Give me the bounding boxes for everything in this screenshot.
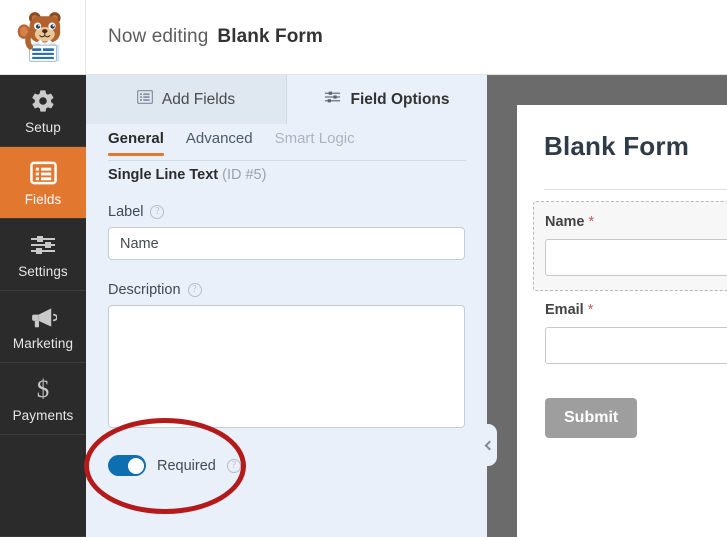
question-mark-icon[interactable]: ?	[226, 458, 241, 473]
now-editing-label: Now editing	[108, 26, 209, 47]
list-form-icon	[29, 158, 57, 188]
fields-grid-icon	[136, 89, 153, 109]
sidebar-filler	[0, 435, 86, 537]
field-type-name: Single Line Text	[108, 167, 219, 183]
field-id: (ID #5)	[222, 167, 267, 183]
preview-field-input[interactable]	[545, 239, 727, 276]
field-options-body: Single Line Text (ID #5) Label ? Descrip…	[108, 167, 468, 476]
required-asterisk: *	[587, 302, 594, 318]
preview-field-email[interactable]: Email *	[533, 302, 727, 364]
panel-collapse-handle[interactable]	[479, 424, 497, 466]
sliders-icon	[324, 90, 341, 109]
sidebar-item-fields[interactable]: Fields	[0, 147, 86, 219]
top-header-bar: Now editing Blank Form	[0, 0, 727, 75]
preview-field-label: Name	[545, 214, 585, 230]
sidebar-item-marketing[interactable]: Marketing	[0, 291, 86, 363]
sliders-icon	[29, 230, 57, 260]
required-label: Required	[157, 457, 216, 474]
sidebar-item-label: Fields	[24, 192, 62, 207]
megaphone-icon	[30, 302, 57, 332]
chevron-left-icon	[484, 440, 495, 450]
subtab-general[interactable]: General	[108, 130, 164, 156]
field-options-panel: Add Fields Field Options General Advance…	[86, 75, 487, 537]
tab-label: Add Fields	[161, 90, 236, 108]
form-preview-backdrop: Blank Form Name * Email * Submit	[487, 75, 727, 537]
preview-field-name[interactable]: Name *	[533, 201, 727, 291]
question-mark-icon[interactable]: ?	[150, 205, 165, 219]
sidebar-item-setup[interactable]: Setup	[0, 75, 86, 147]
subtab-smart-logic[interactable]: Smart Logic	[275, 130, 355, 156]
required-asterisk: *	[588, 214, 595, 230]
svg-text:$: $	[37, 376, 50, 402]
toggle-knob	[127, 457, 144, 474]
builder-sidebar: Setup Fields Settings Marketing $ Paymen…	[0, 75, 86, 537]
preview-field-label-row: Email *	[545, 302, 727, 318]
wpforms-form-builder: Now editing Blank Form Setup Fields Sett…	[0, 0, 727, 537]
form-name-title: Blank Form	[217, 26, 323, 47]
tab-label: Field Options	[350, 90, 450, 108]
tab-add-fields[interactable]: Add Fields	[86, 75, 287, 124]
form-preview-card: Blank Form Name * Email * Submit	[517, 105, 727, 537]
sidebar-item-label: Payments	[12, 408, 74, 423]
description-option-label: Description ?	[108, 282, 468, 298]
field-options-subtabs: General Advanced Smart Logic	[86, 124, 487, 161]
preview-form-title: Blank Form	[544, 131, 690, 161]
description-textarea[interactable]	[108, 305, 465, 428]
preview-field-label-row: Name *	[545, 214, 727, 230]
label-input[interactable]	[108, 227, 465, 260]
wpforms-bear-mascot-logo-icon	[17, 12, 61, 62]
preview-title-divider	[544, 189, 727, 190]
now-editing-breadcrumb: Now editing Blank Form	[108, 0, 323, 74]
sidebar-item-label: Marketing	[12, 336, 74, 351]
sidebar-item-label: Setup	[25, 120, 61, 135]
description-text: Description	[108, 282, 181, 298]
tab-field-options[interactable]: Field Options	[287, 75, 487, 124]
preview-field-input[interactable]	[545, 327, 727, 364]
field-type-heading: Single Line Text (ID #5)	[108, 167, 468, 183]
label-option-label: Label ?	[108, 204, 468, 220]
question-mark-icon[interactable]: ?	[187, 283, 202, 297]
dollar-icon: $	[32, 374, 54, 404]
gear-icon	[30, 86, 56, 116]
subtab-divider	[108, 160, 466, 161]
preview-field-label: Email	[545, 302, 584, 318]
required-option-row: Required ?	[108, 455, 468, 476]
label-text: Label	[108, 204, 144, 220]
required-toggle[interactable]	[108, 455, 146, 476]
sidebar-item-settings[interactable]: Settings	[0, 219, 86, 291]
subtab-advanced[interactable]: Advanced	[186, 130, 253, 156]
panel-tab-bar: Add Fields Field Options	[86, 75, 487, 124]
wpforms-logo	[0, 0, 86, 74]
sidebar-item-payments[interactable]: $ Payments	[0, 363, 86, 435]
sidebar-item-label: Settings	[18, 264, 68, 279]
submit-button[interactable]: Submit	[545, 398, 638, 438]
